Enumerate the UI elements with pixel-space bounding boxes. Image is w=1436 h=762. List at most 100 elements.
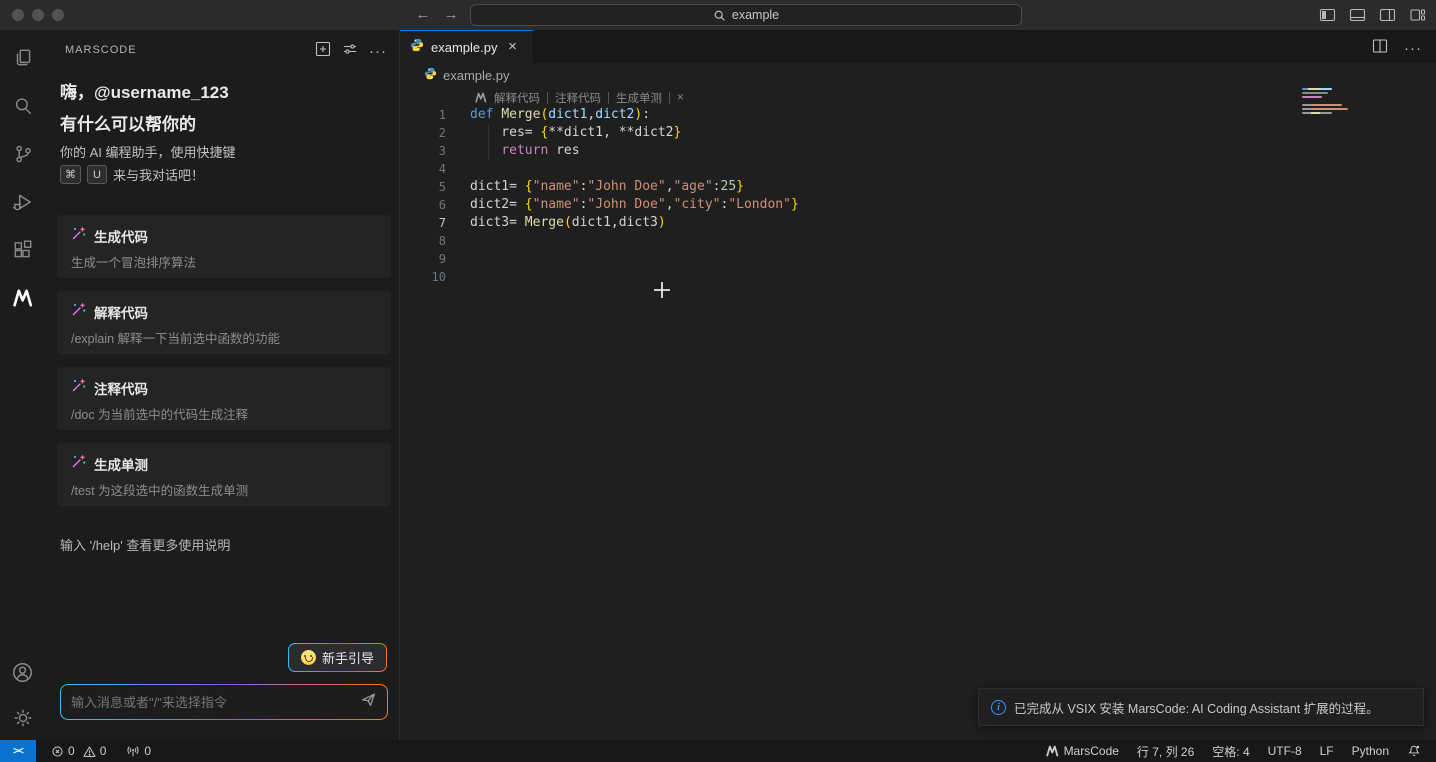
settings-button[interactable] (0, 698, 45, 738)
more-ellipsis-icon[interactable]: ··· (369, 44, 387, 59)
encoding-status[interactable]: UTF-8 (1259, 744, 1311, 758)
card-desc: /test 为这段选中的函数生成单测 (71, 484, 249, 498)
notification-message: 已完成从 VSIX 安装 MarsCode: AI Coding Assista… (1014, 701, 1379, 716)
account-button[interactable] (0, 652, 45, 692)
eol-status[interactable]: LF (1311, 744, 1343, 758)
history-forward-button[interactable]: → (440, 4, 462, 26)
code-line-text[interactable]: dict1= {"name":"John Doe","age":25} (446, 178, 744, 196)
card-comment-code[interactable]: 注释代码 /doc 为当前选中的代码生成注释 (57, 367, 391, 430)
card-generate-tests[interactable]: 生成单测 /test 为这段选中的函数生成单测 (57, 443, 391, 506)
breadcrumb-file[interactable]: example.py (443, 68, 509, 83)
sidebar-item-search[interactable] (0, 86, 45, 126)
code-line-text[interactable]: return res (446, 142, 579, 160)
marscode-icon (11, 288, 35, 308)
card-explain-code[interactable]: 解释代码 /explain 解释一下当前选中函数的功能 (57, 291, 391, 354)
code-line-text[interactable]: def Merge(dict1,dict2): (446, 106, 650, 124)
toggle-sidebar-icon[interactable] (1319, 7, 1336, 23)
line-number: 2 (438, 126, 446, 140)
sidebar-item-extensions[interactable] (0, 230, 45, 270)
code-line-text[interactable]: dict2= {"name":"John Doe","city":"London… (446, 196, 799, 214)
marscode-status[interactable]: MarsCode (1036, 744, 1128, 758)
code-line[interactable]: 1 def Merge(dict1,dict2): (400, 106, 1300, 124)
sidebar-item-explorer[interactable] (0, 38, 45, 78)
cursor-position: 行 7, 列 26 (1136, 744, 1195, 759)
code-line[interactable]: 4 (400, 160, 1300, 178)
notifications-bell[interactable] (1398, 744, 1430, 758)
sidebar-item-run-debug[interactable] (0, 182, 45, 222)
code-line-text[interactable]: res= {**dict1, **dict2} (446, 124, 681, 142)
code-line[interactable]: 6 dict2= {"name":"John Doe","city":"Londo… (400, 196, 1300, 214)
codelens-close-icon[interactable]: × (677, 92, 684, 104)
breadcrumb[interactable]: example.py (400, 63, 1436, 88)
language-mode-status[interactable]: Python (1343, 744, 1398, 758)
line-number: 4 (438, 162, 446, 176)
new-chat-plus-icon[interactable] (315, 41, 331, 62)
codelens-bar: 解释代码 | 注释代码 | 生成单测 | × (474, 89, 684, 106)
error-count: 0 (68, 744, 75, 758)
warning-icon (83, 745, 96, 758)
code-line-text[interactable]: dict3= Merge(dict1,dict3) (446, 214, 666, 232)
greeting-line1: 嗨，@username_123 (60, 83, 229, 102)
error-icon (51, 745, 64, 758)
toggle-panel-icon[interactable] (1349, 7, 1366, 23)
tab-example-py[interactable]: example.py × (400, 30, 534, 63)
onboarding-guide-button[interactable]: 新手引导 (288, 644, 386, 671)
language-mode: Python (1351, 744, 1389, 758)
code-line[interactable]: 9 (400, 250, 1300, 268)
card-title: 生成代码 (94, 229, 148, 245)
codelens-separator: | (607, 91, 610, 104)
line-number: 6 (438, 198, 446, 212)
minimize-window-icon[interactable] (32, 9, 44, 21)
indentation: 空格: 4 (1212, 744, 1250, 759)
more-actions-icon[interactable]: ··· (1404, 41, 1422, 56)
indentation-status[interactable]: 空格: 4 (1203, 743, 1258, 760)
code-line[interactable]: 10 (400, 268, 1300, 286)
sliders-icon[interactable] (342, 41, 358, 62)
history-back-button[interactable]: ← (412, 4, 434, 26)
maximize-window-icon[interactable] (52, 9, 64, 21)
notification-toast[interactable]: i 已完成从 VSIX 安装 MarsCode: AI Coding Assis… (978, 688, 1424, 726)
marscode-logo-icon (474, 92, 488, 103)
code-lines: 1 def Merge(dict1,dict2): 2 res= {**dict1,… (400, 106, 1300, 286)
code-line-text[interactable] (446, 160, 470, 178)
code-line[interactable]: 5 dict1= {"name":"John Doe","age":25} (400, 178, 1300, 196)
cursor-position-status[interactable]: 行 7, 列 26 (1128, 743, 1203, 760)
code-line-text[interactable] (446, 250, 470, 268)
editor-group: example.py × ··· example.py 解释代码 | 注释代码 | 生成… (400, 30, 1436, 740)
codelens-action[interactable]: 生成单测 (616, 90, 662, 106)
remote-indicator[interactable]: >< (0, 740, 36, 762)
code-line-text[interactable] (446, 232, 470, 250)
card-desc: /explain 解释一下当前选中函数的功能 (71, 332, 281, 346)
guide-button-label: 新手引导 (321, 651, 374, 666)
code-line[interactable]: 3 return res (400, 142, 1300, 160)
sidebar-item-marscode[interactable] (0, 278, 45, 318)
chat-input[interactable] (71, 694, 352, 710)
sparkle-icon (71, 377, 87, 398)
assistant-hint-line1: 你的 AI 编程助手，使用快捷键 (60, 145, 236, 160)
line-number: 5 (438, 180, 446, 194)
code-line[interactable]: 8 (400, 232, 1300, 250)
codelens-action[interactable]: 解释代码 (494, 90, 540, 106)
codelens-action[interactable]: 注释代码 (555, 90, 601, 106)
python-file-icon (410, 38, 424, 57)
problems-status[interactable]: 0 0 (44, 740, 113, 762)
card-generate-code[interactable]: 生成代码 生成一个冒泡排序算法 (57, 215, 391, 278)
source-control-icon (12, 143, 34, 165)
command-center-search[interactable]: example (470, 4, 1022, 26)
card-title: 注释代码 (94, 381, 148, 397)
close-window-icon[interactable] (12, 9, 24, 21)
send-icon[interactable] (360, 691, 377, 713)
panel-title: MARSCODE (65, 44, 137, 56)
port-count: 0 (144, 744, 152, 758)
tab-close-icon[interactable]: × (504, 39, 520, 54)
split-editor-icon[interactable] (1372, 38, 1388, 59)
customize-layout-icon[interactable] (1409, 7, 1426, 23)
code-line[interactable]: 7 dict3= Merge(dict1,dict3) (400, 214, 1300, 232)
sidebar-item-source-control[interactable] (0, 134, 45, 174)
ports-status[interactable]: 0 (119, 740, 158, 762)
minimap[interactable] (1302, 88, 1358, 114)
toggle-secondary-sidebar-icon[interactable] (1379, 7, 1396, 23)
code-line-text[interactable] (446, 268, 470, 286)
code-line[interactable]: 2 res= {**dict1, **dict2} (400, 124, 1300, 142)
codelens-actions: 解释代码 | 注释代码 | 生成单测 | × (494, 90, 684, 106)
